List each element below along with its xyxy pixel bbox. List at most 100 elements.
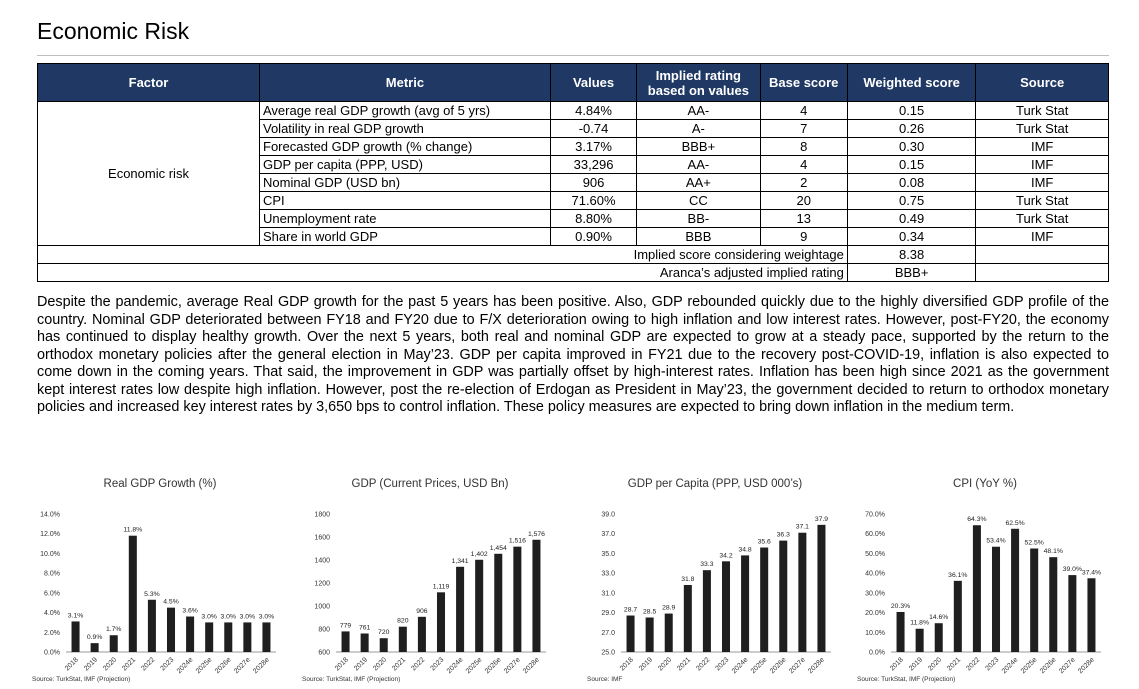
bar xyxy=(1049,557,1058,652)
bar xyxy=(243,622,252,652)
column-header: Metric xyxy=(259,63,551,102)
y-tick-label: 39.0 xyxy=(601,512,615,519)
x-tick-label: 2022 xyxy=(695,656,711,672)
data-label: 37.1 xyxy=(796,524,809,531)
source-cell: IMF xyxy=(975,155,1109,174)
column-header: Values xyxy=(549,63,638,102)
x-tick-label: 2028e xyxy=(807,656,826,675)
x-tick-label: 2027e xyxy=(503,656,522,675)
source-cell: IMF xyxy=(975,137,1109,156)
x-tick-label: 2018 xyxy=(334,656,350,672)
implied-score-value: 8.38 xyxy=(846,245,977,264)
metric-cell: CPI xyxy=(259,191,551,210)
y-tick-label: 10.0% xyxy=(40,551,60,558)
y-tick-label: 6.0% xyxy=(44,590,60,597)
y-tick-label: 37.0 xyxy=(601,531,615,538)
value-cell: 4.84% xyxy=(549,101,638,120)
x-tick-label: 2027e xyxy=(233,656,252,675)
y-tick-label: 20.0% xyxy=(865,610,885,617)
bar xyxy=(360,633,369,652)
rating-cell: A- xyxy=(636,119,761,138)
data-label: 779 xyxy=(340,622,352,629)
x-tick-label: 2026e xyxy=(484,656,503,675)
weighted-score-cell: 0.34 xyxy=(846,227,977,246)
x-tick-label: 2022 xyxy=(965,656,981,672)
y-tick-label: 8.0% xyxy=(44,571,60,578)
y-tick-label: 25.0 xyxy=(601,650,615,657)
source-cell: IMF xyxy=(975,227,1109,246)
source-cell: Turk Stat xyxy=(975,191,1109,210)
rating-cell: AA- xyxy=(636,101,761,120)
bar xyxy=(456,566,465,652)
metric-cell: Nominal GDP (USD bn) xyxy=(259,173,551,192)
source-cell: Turk Stat xyxy=(975,119,1109,138)
x-tick-label: 2027e xyxy=(788,656,807,675)
x-tick-label: 2018 xyxy=(64,656,80,672)
y-tick-label: 50.0% xyxy=(865,551,885,558)
bar xyxy=(683,584,692,652)
x-tick-label: 2021 xyxy=(121,656,137,672)
data-label: 3.0% xyxy=(240,613,256,620)
x-tick-label: 2026e xyxy=(769,656,788,675)
economic-risk-table: Factor Metric Values Implied rating base… xyxy=(37,63,1109,282)
y-tick-label: 14.0% xyxy=(40,512,60,519)
rating-cell: BB- xyxy=(636,209,761,228)
column-header: Weighted score xyxy=(846,63,977,102)
data-label: 4.5% xyxy=(163,599,179,606)
adjusted-rating-row: Aranca’s adjusted implied rating BBB+ xyxy=(37,263,1109,282)
weighted-score-cell: 0.49 xyxy=(846,209,977,228)
rating-cell: BBB xyxy=(636,227,761,246)
y-tick-label: 0.0% xyxy=(44,650,60,657)
column-header: Base score xyxy=(759,63,848,102)
data-label: 64.3% xyxy=(967,516,986,523)
data-label: 35.6 xyxy=(758,539,771,546)
value-cell: -0.74 xyxy=(549,119,638,138)
data-label: 36.1% xyxy=(948,572,967,579)
data-label: 3.6% xyxy=(182,608,198,615)
x-tick-label: 2024e xyxy=(1001,656,1020,675)
bar xyxy=(953,580,962,652)
data-label: 52.5% xyxy=(1025,540,1044,547)
chart-svg: 600 800 1000 1200 1400 1600 1800 779 2018 761 2019… xyxy=(314,512,546,675)
rating-cell: AA- xyxy=(636,155,761,174)
weighted-score-cell: 0.26 xyxy=(846,119,977,138)
data-label: 37.9 xyxy=(815,516,828,523)
column-header: Source xyxy=(975,63,1109,102)
value-cell: 906 xyxy=(549,173,638,192)
x-tick-label: 2022 xyxy=(140,656,156,672)
y-tick-label: 0.0% xyxy=(869,650,885,657)
data-label: 3.1% xyxy=(68,612,84,619)
x-tick-label: 2025e xyxy=(465,656,484,675)
chart-svg: 0.0% 2.0% 4.0% 6.0% 8.0% 10.0% 12.0% 14.0% 3.1% 2… xyxy=(40,512,276,675)
bar xyxy=(817,524,826,652)
x-tick-label: 2022 xyxy=(410,656,426,672)
source-cell: IMF xyxy=(975,173,1109,192)
bar xyxy=(798,532,807,652)
base-score-cell: 7 xyxy=(759,119,848,138)
chart-svg: 0.0% 10.0% 20.0% 30.0% 40.0% 50.0% 60.0% 70.0% 2… xyxy=(865,512,1101,676)
x-tick-label: 2026e xyxy=(1039,656,1058,675)
x-tick-label: 2026e xyxy=(214,656,233,675)
table-header-row: Factor Metric Values Implied rating base… xyxy=(37,63,1109,102)
real-gdp-growth-chart: 0.0% 2.0% 4.0% 6.0% 8.0% 10.0% 12.0% 14.0% 3.1% 2… xyxy=(30,478,290,688)
chart-title: GDP (Current Prices, USD Bn) xyxy=(351,478,509,490)
y-tick-label: 1000 xyxy=(314,604,330,611)
bar xyxy=(915,628,924,652)
bar xyxy=(721,561,731,652)
value-cell: 8.80% xyxy=(549,209,638,228)
data-label: 33.3 xyxy=(700,561,713,568)
data-label: 48.1% xyxy=(1044,548,1063,555)
metric-cell: Share in world GDP xyxy=(259,227,551,246)
adjusted-rating-label: Aranca’s adjusted implied rating xyxy=(37,263,848,282)
data-label: 1,402 xyxy=(471,551,488,558)
data-label: 20.3% xyxy=(891,603,910,610)
metric-cell: Average real GDP growth (avg of 5 yrs) xyxy=(259,101,551,120)
empty-cell xyxy=(975,245,1109,264)
bar xyxy=(702,570,711,652)
weighted-score-cell: 0.15 xyxy=(846,101,977,120)
data-label: 28.9 xyxy=(662,605,675,612)
y-tick-label: 70.0% xyxy=(865,512,885,519)
data-label: 11.8% xyxy=(910,620,929,627)
data-label: 720 xyxy=(378,629,390,636)
bar xyxy=(398,626,407,652)
